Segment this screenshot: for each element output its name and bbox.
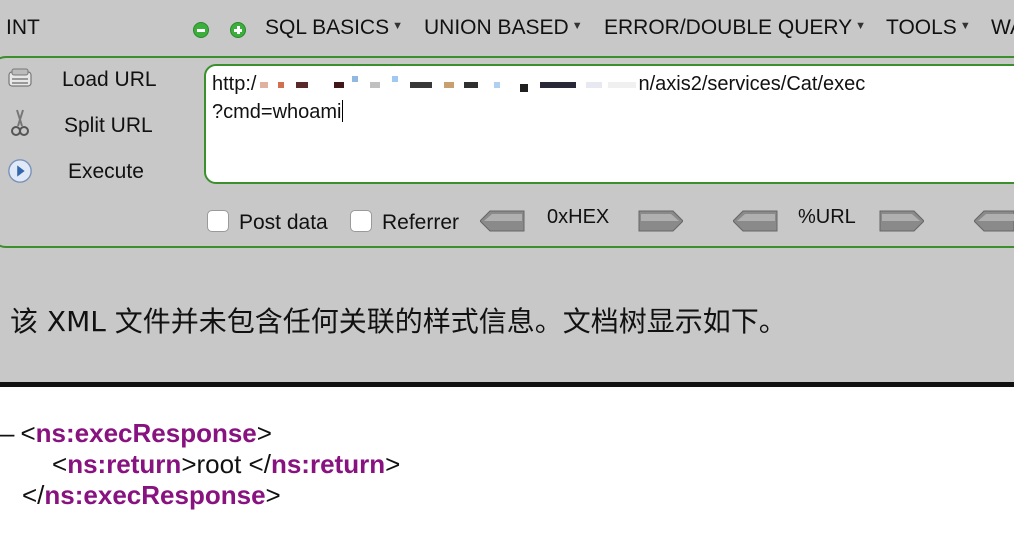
post-data-checkbox[interactable] [207,210,229,232]
load-url-label: Load URL [62,68,157,91]
menu-label: ERROR/DOUBLE QUERY [604,16,853,39]
url-decode-arrow-icon[interactable] [733,209,779,233]
hex-encode-arrow-icon[interactable] [637,209,683,233]
hackbar-menu-row: INT SQL BASICS ▼ UNION BASED ▼ ERROR/DOUBL… [0,0,1014,60]
url-text: http:/ n/axis2/services/Cat/exec ?cmd=who… [212,70,1012,126]
menu-union-based[interactable]: UNION BASED ▼ [424,16,583,40]
xml-tag-name: ns:execResponse [44,480,266,510]
execute-button[interactable]: Execute [0,154,190,188]
url-encode-arrow-icon[interactable] [878,209,924,233]
split-url-label: Split URL [64,114,153,137]
next-decode-arrow-icon[interactable] [974,209,1014,233]
post-data-label: Post data [239,211,328,234]
load-url-button[interactable]: Load URL [0,62,190,96]
menu-label: UNION BASED [424,16,569,39]
text-cursor [341,100,343,122]
url-encode-label: %URL [798,206,856,228]
scissors-icon [11,109,29,136]
referrer-label: Referrer [382,211,460,234]
caret-down-icon: ▼ [392,20,403,32]
url-line2: ?cmd=whoami [212,101,342,123]
url-textarea[interactable]: http:/ n/axis2/services/Cat/exec ?cmd=who… [204,64,1014,184]
xml-root-close-line: </ns:execResponse> [22,480,281,510]
menu-sql-basics[interactable]: SQL BASICS ▼ [265,16,403,40]
int-label: INT [6,16,40,39]
xml-root-open-line: – <ns:execResponse> [0,418,272,448]
redacted-host [256,72,638,94]
menu-label: SQL BASICS [265,16,390,39]
xml-child-line: <ns:return>root </ns:return> [52,449,401,479]
xml-text-value: root [196,449,249,479]
referrer-checkbox[interactable] [350,210,372,232]
caret-down-icon: ▼ [959,20,971,32]
hex-label: 0xHEX [547,206,610,228]
xml-tag-name: ns:execResponse [35,418,257,448]
collapse-toggle[interactable]: – [0,418,14,448]
redaction-mark [256,72,638,98]
menu-label: TOOLS [886,16,957,39]
split-url-button[interactable]: Split URL [0,108,190,142]
decrease-icon[interactable] [193,22,209,38]
xml-tag-name: ns:return [67,449,182,479]
menu-wa[interactable]: WA [991,16,1014,40]
increase-icon[interactable] [230,22,246,38]
hex-decode-arrow-icon[interactable] [480,209,526,233]
execute-label: Execute [68,160,144,183]
xml-style-notice: 该 XML 文件并未包含任何关联的样式信息。文档树显示如下。 [10,305,787,338]
hackbar-panel: INT SQL BASICS ▼ UNION BASED ▼ ERROR/DOUBL… [0,0,1014,384]
menu-tools[interactable]: TOOLS ▼ [886,16,971,40]
options-row: Post data Referrer 0xHEX %URL [0,203,1014,239]
caret-down-icon: ▼ [855,20,867,32]
load-url-icon [8,68,32,87]
url-line1-prefix: http:/ [212,73,257,95]
menu-label: WA [991,16,1014,39]
url-line1-suffix: n/axis2/services/Cat/exec [638,73,866,95]
separator-bar [0,382,1014,387]
play-icon [8,159,32,183]
caret-down-icon: ▼ [571,20,583,32]
menu-error-double-query[interactable]: ERROR/DOUBLE QUERY ▼ [604,16,866,40]
xml-tag-name: ns:return [270,449,386,479]
int-menu[interactable]: INT [6,16,40,40]
